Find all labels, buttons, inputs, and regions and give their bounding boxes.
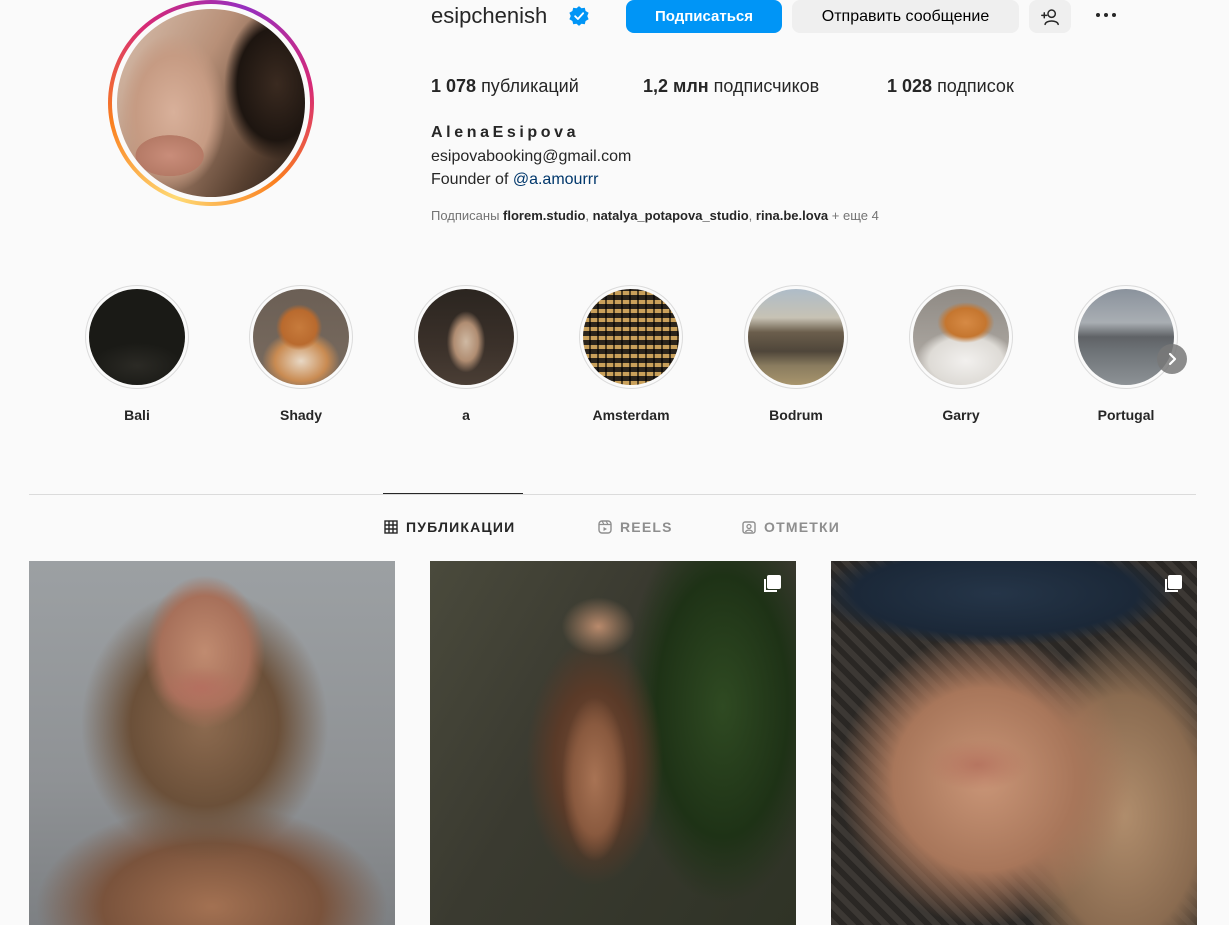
avatar-gap xyxy=(112,4,310,202)
highlight-cover xyxy=(418,289,514,385)
highlight-ring xyxy=(579,285,683,389)
highlight-garry[interactable]: Garry xyxy=(909,285,1013,423)
followed-prefix: Подписаны xyxy=(431,208,504,223)
highlight-a[interactable]: a xyxy=(414,285,518,423)
tab-reels[interactable]: REELS xyxy=(598,519,673,535)
more-dot-icon xyxy=(1104,13,1108,17)
bio-mention-link[interactable]: @a.amourrr xyxy=(513,171,599,188)
followed-more: + еще 4 xyxy=(831,208,879,223)
highlight-ring xyxy=(909,285,1013,389)
highlight-amsterdam[interactable]: Amsterdam xyxy=(579,285,683,423)
highlights-next-button[interactable] xyxy=(1157,344,1187,374)
full-name: AlenaEsipova xyxy=(431,124,580,141)
highlight-label: Bali xyxy=(124,407,150,423)
stat-posts-value: 1 078 xyxy=(431,76,477,96)
bio-line: Founder of @a.amourrr xyxy=(431,169,598,191)
tab-reels-label: REELS xyxy=(620,519,673,535)
username: esipchenish xyxy=(431,3,548,28)
highlight-cover xyxy=(89,289,185,385)
message-button[interactable]: Отправить сообщение xyxy=(792,0,1019,33)
add-user-icon xyxy=(1041,8,1059,25)
highlight-ring xyxy=(249,285,353,389)
stat-posts: 1 078 публикаций xyxy=(431,74,579,98)
bio-prefix: Founder of xyxy=(431,171,513,188)
followed-by[interactable]: Подписаны florem.studio, natalya_potapov… xyxy=(431,208,879,223)
chevron-right-icon xyxy=(1168,352,1177,366)
stat-followers-label: подписчиков xyxy=(713,76,820,96)
tagged-icon xyxy=(742,521,756,534)
tab-posts-label: ПУБЛИКАЦИИ xyxy=(406,519,516,535)
followed-user[interactable]: rina.be.lova xyxy=(756,208,828,223)
highlight-ring xyxy=(1074,285,1178,389)
followed-user[interactable]: natalya_potapova_studio xyxy=(593,208,749,223)
highlight-label: Garry xyxy=(942,407,980,423)
highlight-ring xyxy=(414,285,518,389)
highlight-label: Bodrum xyxy=(769,407,823,423)
highlight-cover xyxy=(748,289,844,385)
follow-button[interactable]: Подписаться xyxy=(626,0,782,33)
highlight-cover xyxy=(583,289,679,385)
post-thumbnail[interactable] xyxy=(29,561,395,925)
more-dot-icon xyxy=(1096,13,1100,17)
stat-following[interactable]: 1 028 подписок xyxy=(887,74,1014,98)
highlight-cover xyxy=(253,289,349,385)
tab-tagged-label: ОТМЕТКИ xyxy=(764,519,841,535)
active-tab-indicator xyxy=(383,493,523,494)
tab-tagged[interactable]: ОТМЕТКИ xyxy=(742,519,840,535)
stat-followers[interactable]: 1,2 млн подписчиков xyxy=(643,74,819,98)
highlight-label: Amsterdam xyxy=(592,407,670,423)
carousel-icon xyxy=(1165,575,1182,592)
stat-posts-label: публикаций xyxy=(481,76,579,96)
followed-user[interactable]: florem.studio xyxy=(503,208,585,223)
stat-following-value: 1 028 xyxy=(887,76,933,96)
bio-email: esipovabooking@gmail.com xyxy=(431,148,632,165)
more-dot-icon xyxy=(1112,13,1116,17)
stat-followers-value: 1,2 млн xyxy=(643,76,709,96)
highlight-label: a xyxy=(462,407,470,423)
highlight-shady[interactable]: Shady xyxy=(249,285,353,423)
highlight-ring xyxy=(85,285,189,389)
highlight-ring xyxy=(744,285,848,389)
verified-badge-icon xyxy=(569,6,589,26)
tab-posts[interactable]: ПУБЛИКАЦИИ xyxy=(384,519,515,535)
highlight-label: Shady xyxy=(279,407,322,423)
highlight-label: Portugal xyxy=(1097,407,1155,423)
highlight-bali[interactable]: Bali xyxy=(85,285,189,423)
reels-icon xyxy=(598,520,612,534)
carousel-icon xyxy=(764,575,781,592)
suggested-users-button[interactable] xyxy=(1029,0,1071,33)
post-thumbnail[interactable] xyxy=(430,561,796,925)
highlight-cover xyxy=(1078,289,1174,385)
highlight-bodrum[interactable]: Bodrum xyxy=(744,285,848,423)
grid-icon xyxy=(384,520,398,534)
profile-avatar-ring[interactable] xyxy=(108,0,314,206)
stat-following-label: подписок xyxy=(937,76,1014,96)
highlight-cover xyxy=(913,289,1009,385)
more-options-button[interactable] xyxy=(1088,2,1124,28)
post-thumbnail[interactable] xyxy=(831,561,1197,925)
avatar[interactable] xyxy=(117,9,305,197)
tabs-divider xyxy=(29,494,1196,495)
